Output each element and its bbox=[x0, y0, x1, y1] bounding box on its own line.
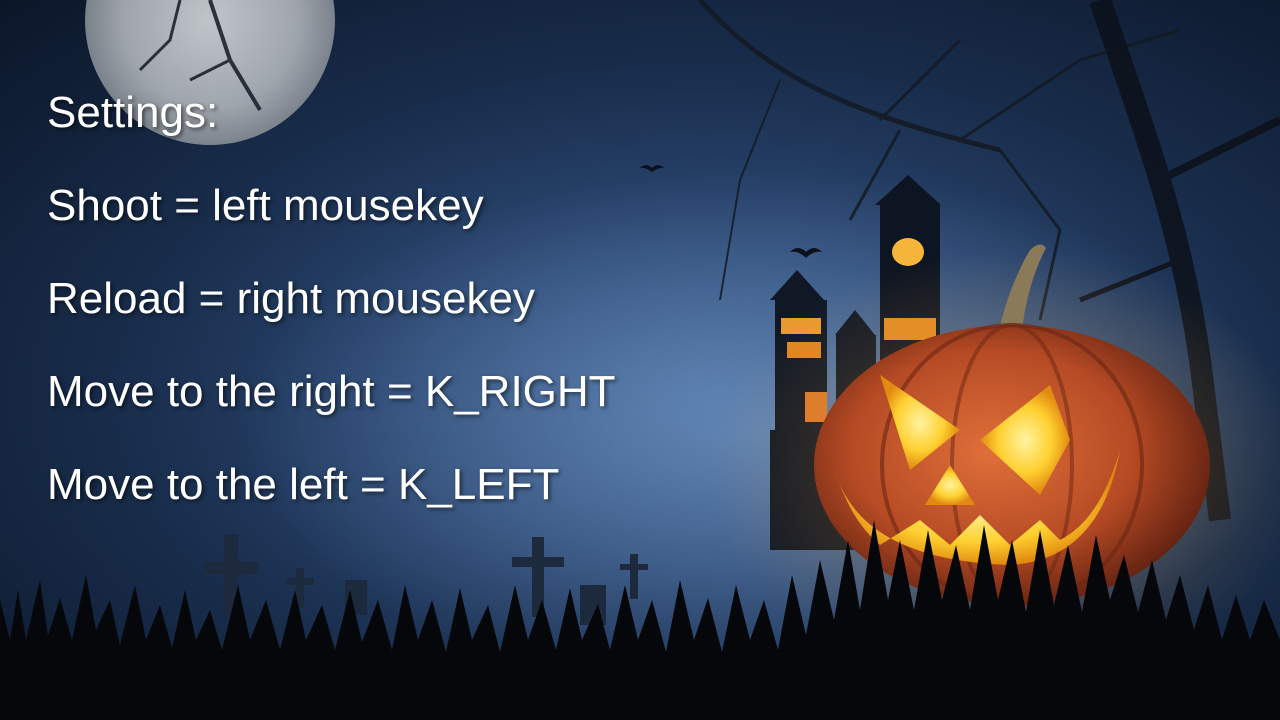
setting-move-right: Move to the right = K_RIGHT bbox=[47, 367, 616, 416]
game-settings-screen: Settings: Shoot = left mousekey Reload =… bbox=[0, 0, 1280, 720]
setting-move-left: Move to the left = K_LEFT bbox=[47, 460, 560, 509]
settings-heading: Settings: bbox=[47, 88, 219, 137]
setting-shoot: Shoot = left mousekey bbox=[47, 181, 484, 230]
setting-reload: Reload = right mousekey bbox=[47, 274, 535, 323]
